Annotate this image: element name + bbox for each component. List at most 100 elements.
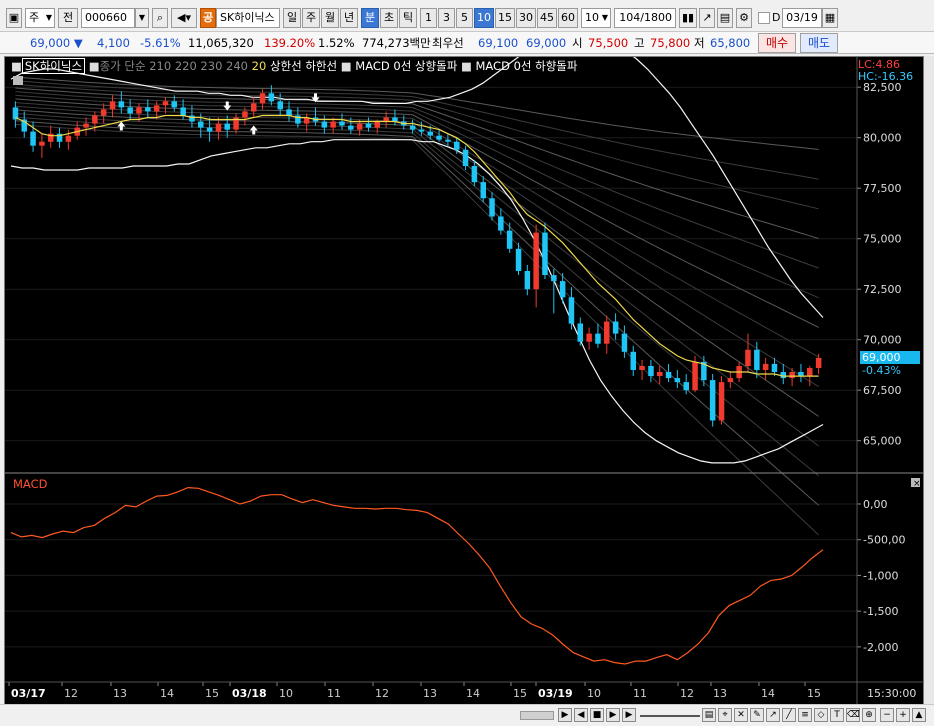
horizontal-scroll-thumb[interactable] <box>520 711 554 720</box>
x-tick-label: 11 <box>327 687 341 700</box>
count-value: 10 <box>585 11 599 24</box>
candle-up <box>153 105 160 112</box>
candle-down <box>577 323 583 342</box>
date-checkbox[interactable] <box>758 12 770 24</box>
candle-down <box>127 107 133 114</box>
macd-tick-label: -1,500 <box>863 605 898 618</box>
zoom-in-icon[interactable]: + <box>896 708 910 722</box>
minute-1-button[interactable]: 1 <box>420 8 437 28</box>
period-month-tab[interactable]: 월 <box>321 8 339 28</box>
cross-icon[interactable]: ✕ <box>734 708 748 722</box>
best-ask: 69,000 <box>526 36 567 50</box>
period-minute-tab[interactable]: 분 <box>361 8 379 28</box>
period-week-tab[interactable]: 주 <box>302 8 320 28</box>
code-input[interactable]: 000660 <box>81 8 135 28</box>
count-select[interactable]: 10 ▼ <box>581 8 611 28</box>
candle-down <box>798 372 804 376</box>
period-tick-tab[interactable]: 틱 <box>399 8 417 28</box>
zoom-track[interactable] <box>640 715 700 717</box>
candle-down <box>542 232 548 275</box>
zoom-out-icon[interactable]: − <box>880 708 894 722</box>
stop-icon[interactable]: ■ <box>590 708 604 722</box>
zoom-icon[interactable]: ⊕ <box>862 708 876 722</box>
candle-down <box>145 107 151 112</box>
period-day-tab[interactable]: 일 <box>283 8 301 28</box>
candle-up <box>657 372 663 376</box>
gear-icon[interactable]: ⚙ <box>736 8 752 28</box>
turnover: 1.52% <box>318 36 355 50</box>
price-tick-label: 72,500 <box>863 283 902 296</box>
minute-3-button[interactable]: 3 <box>438 8 455 28</box>
range-input[interactable]: 104/1800 <box>614 8 676 28</box>
chart-canvas[interactable]: 65,000 67,500 70,000 72,500 75,000 77,500 80,0… <box>5 57 925 707</box>
candle-up <box>727 378 734 383</box>
legend-bullet: ■ <box>340 59 352 73</box>
company-logo: 공 <box>200 8 216 28</box>
chart-area[interactable]: 65,000 67,500 70,000 72,500 75,000 77,500 80,0… <box>4 56 925 707</box>
scroll-end-icon[interactable]: ▶ <box>622 708 636 722</box>
x-tick-label: 13 <box>423 687 437 700</box>
minute-5-button[interactable]: 5 <box>456 8 473 28</box>
trade-amount: 774,273백만 <box>362 36 431 50</box>
fullscreen-icon[interactable]: ▲ <box>912 708 926 722</box>
legend-ma-type: 종가 단순 <box>99 59 146 73</box>
scroll-next-icon[interactable]: ▶ <box>606 708 620 722</box>
text-icon[interactable]: T <box>830 708 844 722</box>
list-icon[interactable]: ▤ <box>702 708 716 722</box>
code-dropdown-icon[interactable]: ▼ <box>135 8 149 28</box>
minute-10-button[interactable]: 10 <box>474 8 494 28</box>
legend-bullet: ■ <box>460 59 472 73</box>
price-change: 4,100 <box>97 36 130 50</box>
price-change-pct: -5.61% <box>140 36 181 50</box>
line-icon[interactable]: ╱ <box>782 708 796 722</box>
scroll-start-icon[interactable]: ▶ <box>558 708 572 722</box>
candle-up <box>162 101 169 106</box>
candle-down <box>524 271 531 290</box>
market-select[interactable]: 주 ▼ <box>25 8 55 28</box>
candle-up <box>65 135 72 142</box>
indicator-icon[interactable]: ▮▮ <box>679 8 697 28</box>
date-input[interactable]: 03/19 <box>782 8 822 28</box>
candle-up <box>92 115 98 124</box>
macd-tick-label: 0,00 <box>863 498 888 511</box>
erase-icon[interactable]: ⌫ <box>846 708 860 722</box>
search-icon[interactable]: ⌕ <box>152 8 168 28</box>
candle-down <box>189 115 195 122</box>
draw-icon[interactable]: ↗ <box>699 8 715 28</box>
x-tick-label: 15 <box>205 687 219 700</box>
candle-down <box>30 131 36 146</box>
calendar-icon[interactable]: ▦ <box>822 8 838 28</box>
cursor-icon[interactable]: ⌖ <box>718 708 732 722</box>
candle-up <box>83 123 89 128</box>
scroll-prev-icon[interactable]: ◀ <box>574 708 588 722</box>
minute-15-button[interactable]: 15 <box>495 8 515 28</box>
sound-icon[interactable]: ◀▾ <box>171 8 197 28</box>
minute-45-button[interactable]: 45 <box>537 8 557 28</box>
x-axis-labels: 03/17 12 13 14 15 03/18 10 11 12 13 14 15 03/19 10 11 1… <box>8 682 916 700</box>
legend-bullet: ■ <box>11 59 22 73</box>
shape-icon[interactable]: ◇ <box>814 708 828 722</box>
minute-30-button[interactable]: 30 <box>516 8 536 28</box>
window-menu-icon[interactable]: ▣ <box>6 8 22 28</box>
vertical-scrollbar[interactable] <box>924 56 934 706</box>
fibo-icon[interactable]: ≡ <box>798 708 812 722</box>
candle-down <box>206 127 213 132</box>
candle-up <box>259 93 266 104</box>
prev-button[interactable]: 전 <box>58 8 78 28</box>
buy-button[interactable]: 매수 <box>758 33 796 53</box>
candle-down <box>462 149 469 166</box>
candle-down <box>454 141 460 150</box>
grid-toggle-icon[interactable] <box>13 76 23 85</box>
candle-down <box>506 230 513 249</box>
period-year-tab[interactable]: 년 <box>340 8 358 28</box>
sell-button[interactable]: 매도 <box>800 33 838 53</box>
legend-stock-name[interactable]: SK하이닉스 <box>21 58 86 74</box>
minute-60-button[interactable]: 60 <box>558 8 578 28</box>
save-icon[interactable]: ▤ <box>717 8 733 28</box>
trend-icon[interactable]: ↗ <box>766 708 780 722</box>
low-label: 저 <box>694 36 705 50</box>
volume-ratio: 139.20% <box>264 36 316 50</box>
period-second-tab[interactable]: 초 <box>380 8 398 28</box>
candle-down <box>771 363 778 372</box>
pen-icon[interactable]: ✎ <box>750 708 764 722</box>
